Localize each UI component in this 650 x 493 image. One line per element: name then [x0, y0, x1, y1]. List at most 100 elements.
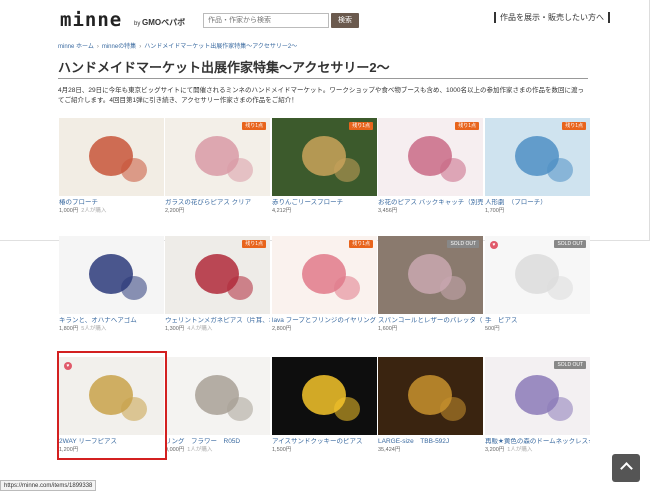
status-bar-url: https://minne.com/items/1899338 — [0, 480, 97, 491]
product-price: 9,000円 — [165, 447, 185, 453]
product-card[interactable]: SOLD OUT スパンコールとレザーのバレッタ（ピンク）1,600円 — [378, 236, 483, 333]
product-name[interactable]: ガラスの花びらピアス クリア — [165, 199, 270, 207]
breadcrumb-home[interactable]: minne ホーム — [58, 44, 94, 50]
product-photo-shape — [121, 276, 147, 300]
back-to-top-button[interactable] — [612, 454, 640, 482]
product-name[interactable]: 手 ピアス — [485, 317, 590, 325]
product-image[interactable]: 残り1点 — [378, 118, 483, 196]
product-meta: 1,800円 5人が購入 — [59, 326, 164, 333]
product-card[interactable]: リング フラワー R05D 9,000円 1人が購入 — [165, 357, 270, 454]
product-meta: 500円 — [485, 326, 590, 333]
product-image[interactable] — [59, 118, 164, 196]
product-name[interactable]: リング フラワー R05D — [165, 438, 270, 446]
product-price: 500円 — [485, 326, 500, 332]
logo-by-text: by — [134, 21, 141, 27]
product-price: 2,200円 — [165, 208, 185, 214]
product-image[interactable] — [378, 357, 483, 435]
chevron-up-icon — [619, 462, 633, 475]
product-name[interactable]: 人形劇 （ブローチ） — [485, 199, 590, 207]
purchase-count: 1人が購入 — [187, 447, 213, 453]
stock-badge: 残り1点 — [242, 240, 266, 248]
search-input[interactable] — [203, 13, 329, 28]
product-card[interactable]: 椿のブローチ 1,000円 2人が購入 — [59, 118, 164, 215]
seller-link[interactable]: 作品を展示・販売したい方へ — [494, 12, 610, 23]
product-name[interactable]: スパンコールとレザーのバレッタ（ピンク） — [378, 317, 483, 325]
purchase-count: 1人が購入 — [507, 447, 533, 453]
product-image[interactable] — [165, 357, 270, 435]
product-card[interactable]: SOLD OUT 再販★黄色の森のドームネックレス★ 3,200円 1人が購入 — [485, 357, 590, 454]
product-photo-shape — [334, 397, 360, 421]
product-price: 4,212円 — [272, 208, 292, 214]
product-image[interactable]: 残り1点 — [165, 236, 270, 314]
product-price: 35,424円 — [378, 447, 401, 453]
product-name[interactable]: LARGE-size TBB-592J — [378, 438, 483, 446]
product-price: 3,200円 — [485, 447, 505, 453]
product-meta: 3,200円 1人が購入 — [485, 447, 590, 454]
product-name[interactable]: 椿のブローチ — [59, 199, 164, 207]
product-photo-shape — [334, 158, 360, 182]
product-image[interactable]: 残り1点 — [272, 118, 377, 196]
product-card[interactable]: 残り1点お花のピアス バックキャッチ（別売り）デザイン3,456円 — [378, 118, 483, 215]
product-name[interactable]: キランと、オハナヘアゴム — [59, 317, 164, 325]
product-image[interactable]: SOLD OUT — [485, 357, 590, 435]
product-card[interactable]: 残り1点人形劇 （ブローチ） 1,700円 — [485, 118, 590, 215]
minne-logo[interactable]: minne — [60, 9, 122, 31]
product-meta: 1,600円 — [378, 326, 483, 333]
product-card[interactable]: アイスサンドクッキーのピアス 1,500円 — [272, 357, 377, 454]
product-photo-shape — [440, 397, 466, 421]
product-meta: 3,456円 — [378, 208, 483, 215]
stock-badge: SOLD OUT — [554, 361, 586, 369]
product-image[interactable]: 残り1点 — [165, 118, 270, 196]
product-image[interactable] — [272, 357, 377, 435]
breadcrumb-features[interactable]: minneの特集 — [102, 44, 136, 50]
product-meta: 2,200円 — [165, 208, 270, 215]
highlight-box — [57, 351, 167, 460]
product-meta: 1,000円 2人が購入 — [59, 208, 164, 215]
product-price: 1,300円 — [165, 326, 185, 332]
purchase-count: 2人が購入 — [81, 208, 107, 214]
product-image[interactable]: 残り1点 — [485, 118, 590, 196]
stock-badge: 残り1点 — [455, 122, 479, 130]
product-photo-shape — [547, 158, 573, 182]
product-meta: 4,212円 — [272, 208, 377, 215]
product-card[interactable]: LARGE-size TBB-592J 35,424円 — [378, 357, 483, 454]
product-price: 1,700円 — [485, 208, 505, 214]
product-name[interactable]: lava フープとフリンジのイヤリング — [272, 317, 377, 325]
product-card[interactable]: 残り1点赤りんごリースブローチ 4,212円 — [272, 118, 377, 215]
product-name[interactable]: 再販★黄色の森のドームネックレス★ — [485, 438, 590, 446]
product-meta: 2,800円 — [272, 326, 377, 333]
product-name[interactable]: アイスサンドクッキーのピアス — [272, 438, 377, 446]
stock-badge: SOLD OUT — [447, 240, 479, 248]
product-card[interactable]: SOLD OUT ♥ 手 ピアス 500円 — [485, 236, 590, 333]
product-price: 1,000円 — [59, 208, 79, 214]
product-image[interactable] — [59, 236, 164, 314]
page-title: ハンドメイドマーケット出展作家特集〜アクセサリー2〜 — [58, 60, 390, 75]
product-image[interactable]: 残り1点 — [272, 236, 377, 314]
product-price: 3,456円 — [378, 208, 398, 214]
product-price: 1,500円 — [272, 447, 292, 453]
stock-badge: 残り1点 — [562, 122, 586, 130]
search-button[interactable]: 検索 — [331, 13, 359, 28]
product-price: 2,800円 — [272, 326, 292, 332]
product-name[interactable]: ウェリントンメガネピアス（片耳、ポスト） — [165, 317, 270, 325]
purchase-count: 5人が購入 — [81, 326, 107, 332]
product-card[interactable]: キランと、オハナヘアゴム 1,800円 5人が購入 — [59, 236, 164, 333]
product-name[interactable]: 赤りんごリースブローチ — [272, 199, 377, 207]
product-image[interactable]: SOLD OUT ♥ — [485, 236, 590, 314]
product-meta: 1,700円 — [485, 208, 590, 215]
product-photo-shape — [227, 276, 253, 300]
product-image[interactable]: SOLD OUT — [378, 236, 483, 314]
product-meta: 9,000円 1人が購入 — [165, 447, 270, 454]
product-price: 1,800円 — [59, 326, 79, 332]
intro-text: 4月28日、29日に今年も東京ビッグサイトにて開催されるミンネのハンドメイドマー… — [58, 87, 584, 104]
product-card[interactable]: 残り1点ガラスの花びらピアス クリア 2,200円 — [165, 118, 270, 215]
product-photo-shape — [440, 158, 466, 182]
product-name[interactable]: お花のピアス バックキャッチ（別売り）デザイン — [378, 199, 483, 207]
breadcrumb-current: ハンドメイドマーケット出展作家特集〜アクセサリー2〜 — [144, 44, 298, 50]
product-photo-shape — [547, 397, 573, 421]
product-meta: 1,300円 4人が購入 — [165, 326, 270, 333]
product-photo-shape — [334, 276, 360, 300]
heart-icon[interactable]: ♥ — [490, 241, 498, 249]
product-card[interactable]: 残り1点 lava フープとフリンジのイヤリング 2,800円 — [272, 236, 377, 333]
product-card[interactable]: 残り1点ウェリントンメガネピアス（片耳、ポスト）1,300円4人が購入 — [165, 236, 270, 333]
